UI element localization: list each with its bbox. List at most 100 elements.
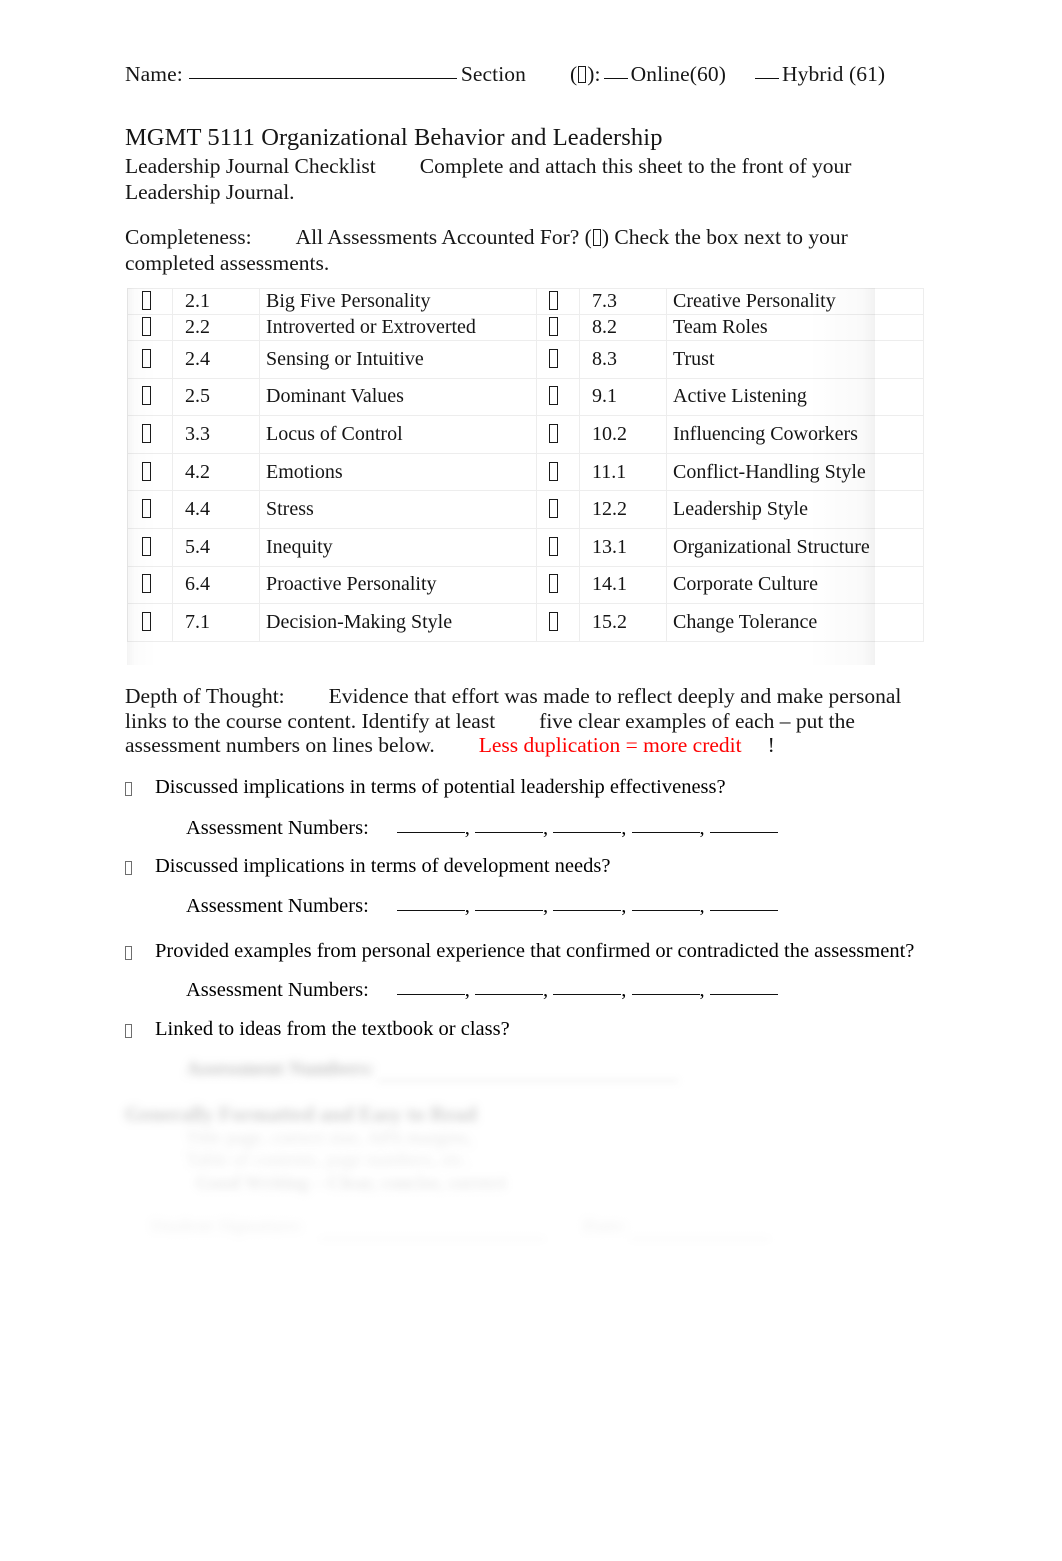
blank-line[interactable] (553, 982, 622, 995)
checkbox-glyph-icon[interactable] (125, 777, 132, 801)
assessment-label: Introverted or Extroverted (259, 314, 537, 341)
blank-line[interactable] (396, 820, 465, 833)
checkbox-glyph-icon[interactable] (142, 499, 151, 519)
checkbox-cell[interactable] (536, 415, 580, 454)
checkbox-glyph-icon[interactable] (142, 423, 151, 443)
checkbox-glyph-icon[interactable] (142, 348, 151, 368)
table-row: 2.2 Introverted or Extroverted 8.2 Team … (127, 314, 924, 341)
assessment-number: 4.2 (172, 452, 260, 492)
checkbox-cell[interactable] (536, 452, 580, 492)
checkbox-glyph-icon[interactable] (549, 291, 558, 310)
completeness-section: Completeness: All Assessments Accounted F… (125, 225, 925, 276)
blank-line[interactable] (553, 898, 622, 911)
table-row: 2.4 Sensing or Intuitive 8.3 Trust (127, 340, 924, 379)
checklist-question-1: Discussed implications in terms of poten… (125, 775, 955, 799)
checkbox-glyph-icon[interactable] (549, 423, 558, 443)
assessment-numbers-row-1: Assessment Numbers:, , , , (186, 817, 778, 840)
assessment-numbers-label: Assessment Numbers: (186, 979, 369, 1001)
checkbox-glyph-icon[interactable] (142, 574, 151, 594)
blank-line[interactable] (475, 820, 544, 833)
table-row: 2.5 Dominant Values 9.1 Active Listening (127, 377, 924, 417)
blank-line[interactable] (553, 820, 622, 833)
checkbox-glyph-icon[interactable] (142, 317, 151, 336)
assessment-label: Corporate Culture (666, 565, 924, 605)
checkbox-cell[interactable] (127, 603, 173, 642)
checkbox-cell[interactable] (536, 527, 580, 567)
page-title: MGMT 5111 Organizational Behavior and Le… (125, 124, 663, 151)
table-row: 7.1 Decision-Making Style 15.2 Change To… (127, 603, 924, 642)
blank-line[interactable] (396, 982, 465, 995)
checkbox-cell[interactable] (127, 314, 173, 341)
checkbox-cell[interactable] (127, 288, 173, 315)
checkbox-cell[interactable] (127, 565, 173, 605)
online-blank-line[interactable] (603, 67, 628, 79)
checkbox-glyph-icon[interactable] (125, 856, 132, 880)
checkbox-cell[interactable] (127, 527, 173, 567)
assessment-label: Trust (666, 340, 924, 379)
assessment-numbers-label: Assessment Numbers: (186, 817, 369, 839)
question-text: Linked to ideas from the textbook or cla… (155, 1018, 510, 1040)
assessment-number: 5.4 (172, 527, 260, 567)
checklist-question-3: Provided examples from personal experien… (125, 939, 955, 963)
assessment-label: Influencing Coworkers (666, 415, 924, 454)
checkbox-glyph-icon[interactable] (142, 611, 151, 631)
assessment-number: 11.1 (579, 452, 667, 492)
checkbox-cell[interactable] (127, 490, 173, 529)
checkbox-cell[interactable] (536, 288, 580, 315)
checkbox-cell[interactable] (536, 565, 580, 605)
checkbox-glyph-icon[interactable] (549, 317, 558, 336)
blank-line[interactable] (631, 982, 700, 995)
checkbox-cell[interactable] (536, 314, 580, 341)
hybrid-blank-line[interactable] (754, 67, 779, 79)
checkbox-glyph-icon[interactable] (549, 499, 558, 519)
assessment-number: 2.1 (172, 288, 260, 315)
depth-of-thought-section: Depth of Thought: Evidence that effort wa… (125, 684, 935, 758)
blank-line[interactable] (709, 820, 778, 833)
assessment-number: 2.2 (172, 314, 260, 341)
completeness-label: Completeness: (125, 225, 252, 249)
checkbox-glyph-icon[interactable] (142, 461, 151, 481)
blank-line[interactable] (631, 820, 700, 833)
assessment-label: Creative Personality (666, 288, 924, 315)
assessment-number: 13.1 (579, 527, 667, 567)
blank-line[interactable] (475, 982, 544, 995)
checkbox-glyph-icon[interactable] (549, 611, 558, 631)
checkbox-glyph-icon[interactable] (549, 461, 558, 481)
checkbox-cell[interactable] (127, 452, 173, 492)
checkbox-glyph-icon[interactable] (549, 536, 558, 556)
checkbox-glyph-icon[interactable] (549, 574, 558, 594)
blank-line[interactable] (709, 898, 778, 911)
checkbox-cell[interactable] (536, 603, 580, 642)
assessment-label: Leadership Style (666, 490, 924, 529)
checkbox-glyph-icon[interactable] (125, 941, 132, 965)
checkbox-cell[interactable] (127, 415, 173, 454)
checklist-question-4: Linked to ideas from the textbook or cla… (125, 1017, 955, 1041)
modality-prefix: ( (570, 62, 578, 86)
assessment-number: 6.4 (172, 565, 260, 605)
assessment-label: Organizational Structure (666, 527, 924, 567)
checkbox-glyph-icon[interactable] (549, 386, 558, 406)
name-blank-line[interactable] (188, 64, 457, 79)
checkbox-glyph-icon[interactable] (142, 536, 151, 556)
checkbox-glyph-icon[interactable] (142, 291, 151, 310)
hybrid-label: Hybrid (61) (781, 62, 886, 86)
checkbox-glyph-icon[interactable] (125, 1019, 132, 1043)
assessment-label: Inequity (259, 527, 537, 567)
faded-signature-label: Student Signature: (150, 1216, 304, 1237)
checkbox-cell[interactable] (536, 377, 580, 417)
blank-line[interactable] (475, 898, 544, 911)
blank-line[interactable] (709, 982, 778, 995)
depth-highlight: Less duplication = more credit (478, 733, 742, 757)
checkbox-cell[interactable] (536, 340, 580, 379)
document-page: Name: Section (): Online(60) Hybrid (61) MGM… (0, 0, 1062, 1561)
blank-line[interactable] (631, 898, 700, 911)
checkbox-glyph-icon[interactable] (142, 386, 151, 406)
checkbox-glyph-icon[interactable] (549, 348, 558, 368)
checkbox-cell[interactable] (127, 340, 173, 379)
blank-line[interactable] (396, 898, 465, 911)
assessment-label: Change Tolerance (666, 603, 924, 642)
assessment-label: Dominant Values (259, 377, 537, 417)
checkbox-cell[interactable] (536, 490, 580, 529)
checkbox-cell[interactable] (127, 377, 173, 417)
assessment-label: Proactive Personality (259, 565, 537, 605)
